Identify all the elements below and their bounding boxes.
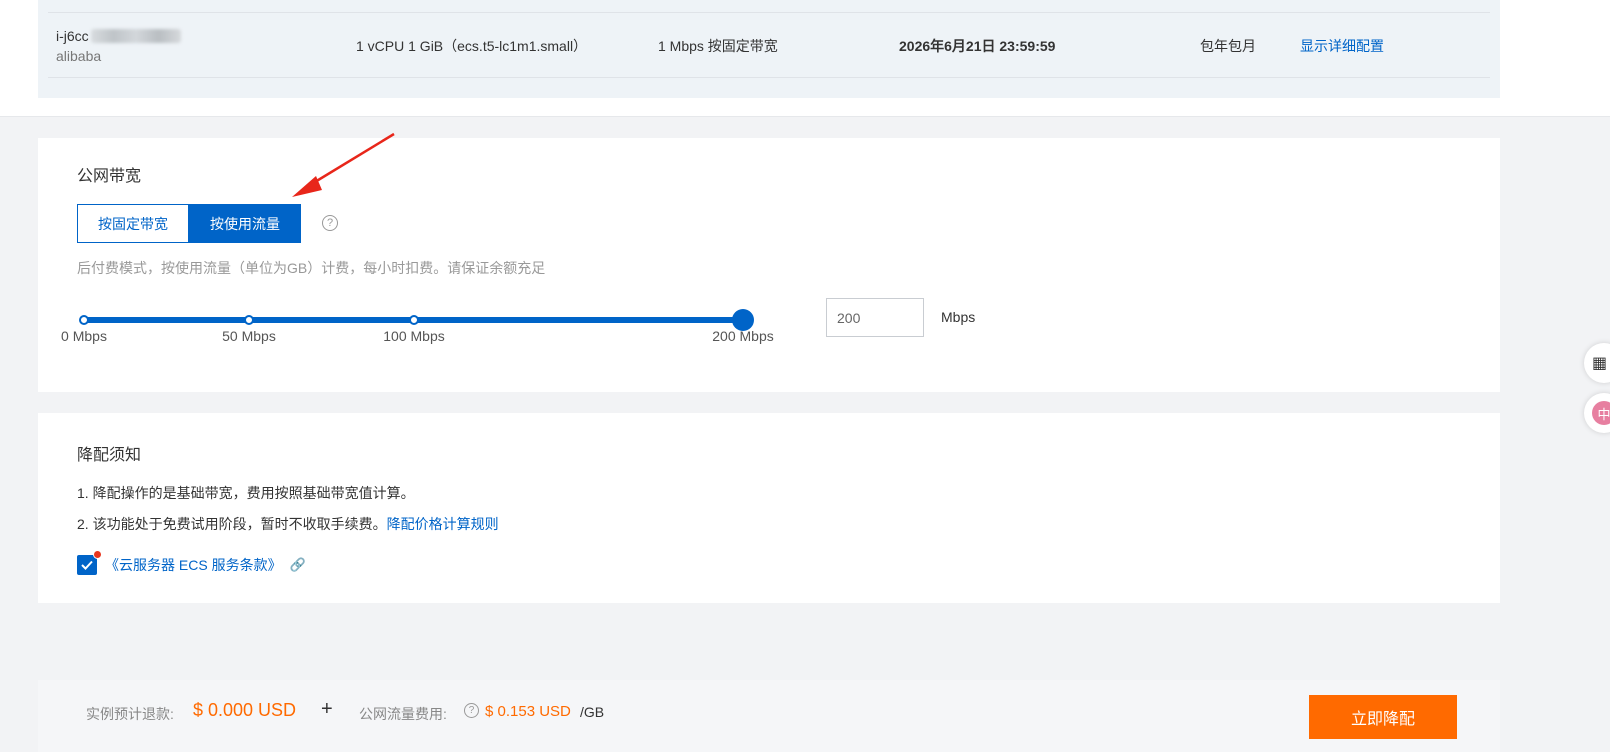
refund-label: 实例预计退款:: [86, 706, 174, 722]
plus-sign: +: [321, 698, 333, 720]
language-icon: 中: [1592, 401, 1610, 425]
terms-checkbox[interactable]: [77, 550, 102, 575]
notice-title: 降配须知: [77, 447, 142, 464]
traffic-fee-unit: /GB: [580, 704, 605, 720]
pricing-rule-link[interactable]: 降配价格计算规则: [387, 516, 499, 532]
notification-dot: [93, 550, 102, 559]
grid-icon: ▦: [1592, 355, 1608, 372]
check-icon: [81, 560, 93, 570]
annotation-arrow: [292, 132, 395, 197]
terms-link[interactable]: 《云服务器 ECS 服务条款》: [105, 555, 282, 575]
downgrade-button[interactable]: 立即降配: [1309, 695, 1457, 739]
traffic-fee-amount: $ 0.153 USD: [485, 703, 571, 720]
refund-amount: $ 0.000 USD: [193, 700, 297, 720]
notice-line-1: 1. 降配操作的是基础带宽，费用按照基础带宽值计算。: [77, 485, 415, 501]
traffic-help-icon[interactable]: ?: [464, 703, 479, 718]
footer-bar: 实例预计退款: $ 0.000 USD + 公网流量费用: ? $ 0.153 …: [38, 680, 1500, 752]
notice-line-2: 2. 该功能处于免费试用阶段，暂时不收取手续费。降配价格计算规则: [77, 516, 499, 532]
external-link-icon[interactable]: 🔗: [290, 557, 306, 573]
traffic-fee-label: 公网流量费用:: [359, 706, 447, 722]
notice-card: 降配须知 1. 降配操作的是基础带宽，费用按照基础带宽值计算。 2. 该功能处于…: [38, 413, 1500, 603]
terms-row: 《云服务器 ECS 服务条款》 🔗: [77, 550, 306, 575]
